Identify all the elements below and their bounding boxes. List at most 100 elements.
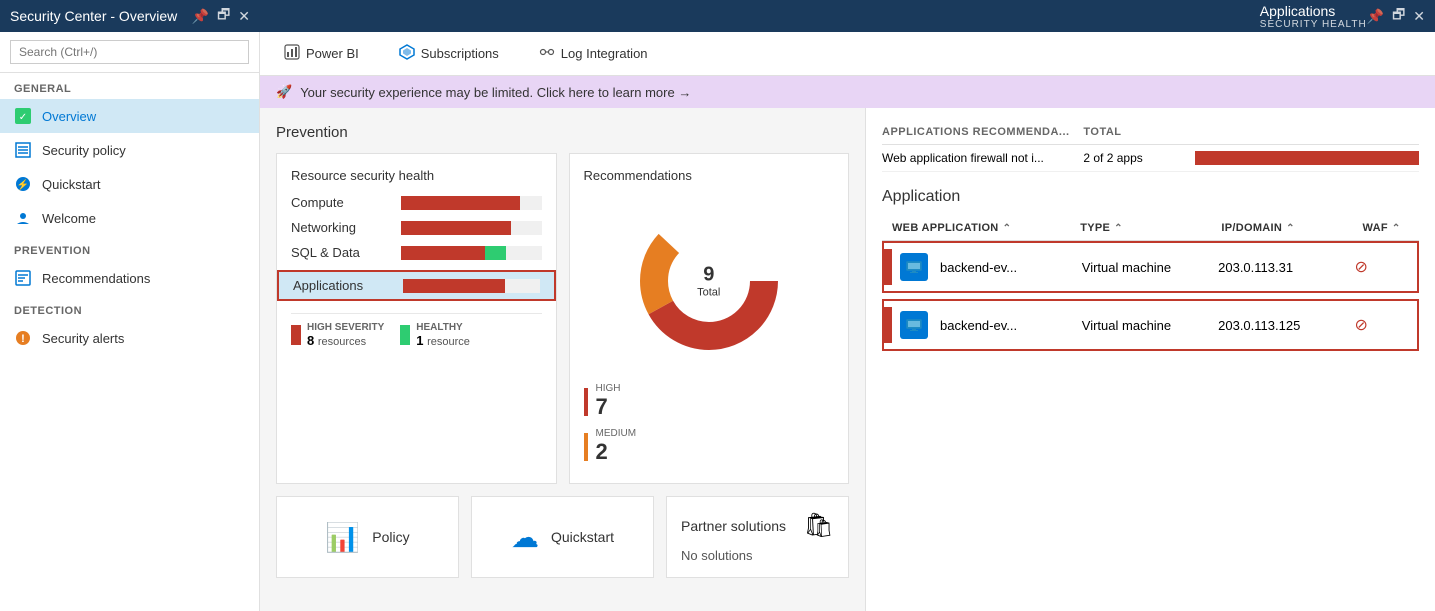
high-severity-label: HIGH SEVERITY — [307, 322, 384, 333]
applications-row[interactable]: Applications — [277, 270, 556, 301]
policy-card[interactable]: 📊 Policy — [276, 496, 459, 578]
app-row-1-type: Virtual machine — [1082, 260, 1218, 275]
power-bi-button[interactable]: Power BI — [276, 40, 367, 67]
security-policy-icon — [14, 141, 32, 159]
name-sort-icon[interactable]: ⌃ — [1003, 223, 1012, 234]
policy-icon: 📊 — [325, 521, 360, 554]
maximize-icon-right[interactable]: 🗗 — [1392, 4, 1405, 28]
type-sort-icon[interactable]: ⌃ — [1114, 223, 1123, 234]
svg-text:⚡: ⚡ — [17, 178, 29, 191]
medium-sev-count: 2 — [596, 439, 637, 465]
app-row-2[interactable]: backend-ev... Virtual machine 203.0.113.… — [882, 299, 1419, 351]
high-severity-color — [291, 325, 301, 345]
search-input[interactable] — [10, 40, 249, 64]
medium-sev-color — [584, 433, 588, 461]
compute-bar-container — [401, 196, 542, 210]
recommendations-card: Recommendations — [569, 153, 850, 484]
maximize-icon[interactable]: 🗗 — [217, 4, 230, 28]
app-row-content-2: backend-ev... Virtual machine 203.0.113.… — [892, 307, 1417, 343]
app-row-1-name: backend-ev... — [900, 253, 1082, 281]
sidebar-item-security-policy-label: Security policy — [42, 143, 126, 158]
close-icon-right[interactable]: ✕ — [1413, 8, 1425, 25]
security-alerts-icon: ! — [14, 329, 32, 347]
app-table-header: WEB APPLICATION ⌃ TYPE ⌃ IP/DOMAIN ⌃ — [882, 216, 1419, 241]
networking-bar — [401, 221, 511, 235]
sql-bar-red — [401, 246, 485, 260]
applications-bar-container — [403, 279, 540, 293]
log-integration-button[interactable]: Log Integration — [531, 40, 656, 67]
app-row-1-waf: ⊘ — [1354, 257, 1409, 277]
sql-row: SQL & Data — [291, 245, 542, 260]
prevention-grid: Resource security health Compute Netwo — [276, 153, 849, 484]
sidebar-search-container — [0, 32, 259, 73]
app-col-type-header: TYPE ⌃ — [1080, 222, 1221, 234]
sidebar-item-security-alerts[interactable]: ! Security alerts — [0, 321, 259, 355]
close-icon[interactable]: ✕ — [238, 8, 250, 25]
right-panel-content: APPLICATIONS RECOMMENDA... TOTAL Web app… — [866, 108, 1435, 611]
partner-solutions-subtext: No solutions — [681, 548, 753, 563]
pin-icon[interactable]: 📌 — [192, 8, 209, 25]
high-sev-level: HIGH — [596, 383, 621, 394]
sidebar-item-security-policy[interactable]: Security policy — [0, 133, 259, 167]
notification-text: Your security experience may be limited.… — [300, 85, 691, 100]
toolbar: Power BI Subscriptions — [260, 32, 1435, 76]
sql-bar-green — [485, 246, 506, 260]
svg-text:!: ! — [21, 333, 25, 345]
high-sev-count: 7 — [596, 394, 621, 420]
app-row-1-ip: 203.0.113.31 — [1218, 260, 1354, 275]
severity-list: HIGH 7 MEDIUM 2 — [584, 379, 835, 469]
right-titlebar-controls: 📌 🗗 ✕ — [1367, 4, 1425, 28]
right-titlebar-title: Applications — [1260, 3, 1367, 19]
resource-health-card: Resource security health Compute Netwo — [276, 153, 557, 484]
app-section-title: Application — [882, 188, 1419, 206]
sidebar-item-welcome-label: Welcome — [42, 211, 96, 226]
resource-health-title: Resource security health — [291, 168, 542, 183]
vm-icon-1 — [900, 253, 928, 281]
waf-sort-icon[interactable]: ⌃ — [1392, 223, 1401, 234]
applications-bar — [403, 279, 505, 293]
sidebar-item-quickstart-label: Quickstart — [42, 177, 101, 192]
recommendations-icon — [14, 269, 32, 287]
quickstart-card[interactable]: ☁ Quickstart — [471, 496, 654, 578]
medium-severity-item: MEDIUM 2 — [584, 424, 835, 469]
log-integration-icon — [539, 44, 555, 63]
app-row-2-name-text: backend-ev... — [940, 318, 1017, 333]
subscriptions-button[interactable]: Subscriptions — [391, 40, 507, 67]
app-col-ip-header: IP/DOMAIN ⌃ — [1221, 222, 1362, 234]
partner-solutions-card[interactable]: Partner solutions 🛍 No solutions — [666, 496, 849, 578]
healthy-badge: HEALTHY 1 resource — [400, 322, 470, 348]
sidebar-item-welcome[interactable]: Welcome — [0, 201, 259, 235]
rp-rec-cell: Web application firewall not i... — [882, 151, 1083, 165]
resource-footer: HIGH SEVERITY 8 resources — [291, 313, 542, 348]
app-row-red-bar-2 — [884, 307, 892, 343]
networking-label: Networking — [291, 220, 391, 235]
svg-text:✓: ✓ — [19, 112, 27, 123]
ip-sort-icon[interactable]: ⌃ — [1286, 223, 1295, 234]
app-row-1[interactable]: backend-ev... Virtual machine 203.0.113.… — [882, 241, 1419, 293]
bottom-cards: 📊 Policy ☁ Quickstart P — [276, 496, 849, 578]
healthy-label: HEALTHY — [416, 322, 470, 333]
subscriptions-icon — [399, 44, 415, 63]
donut-total-number: 9 — [703, 264, 714, 286]
sidebar-item-quickstart[interactable]: ⚡ Quickstart — [0, 167, 259, 201]
sidebar-item-recommendations[interactable]: Recommendations — [0, 261, 259, 295]
sidebar-item-overview[interactable]: ✓ Overview — [0, 99, 259, 133]
sidebar-section-general: GENERAL — [0, 73, 259, 99]
sidebar: GENERAL ✓ Overview — [0, 32, 260, 611]
right-titlebar: Applications SECURITY HEALTH 📌 🗗 ✕ — [1250, 0, 1435, 32]
recommendations-title: Recommendations — [584, 168, 692, 183]
networking-row: Networking — [291, 220, 542, 235]
power-bi-icon — [284, 44, 300, 63]
high-severity-item: HIGH 7 — [584, 379, 835, 424]
sidebar-section-prevention: PREVENTION — [0, 235, 259, 261]
sql-label: SQL & Data — [291, 245, 391, 260]
right-panel: APPLICATIONS RECOMMENDA... TOTAL Web app… — [865, 108, 1435, 611]
pin-icon-right[interactable]: 📌 — [1367, 8, 1384, 25]
rp-progress-bar — [1195, 151, 1419, 165]
rp-table-header: APPLICATIONS RECOMMENDA... TOTAL — [882, 120, 1419, 145]
app-row-2-type: Virtual machine — [1082, 318, 1218, 333]
app-col-waf-header: WAF ⌃ — [1363, 222, 1419, 234]
donut-label: 9 Total — [697, 264, 720, 299]
notification-bar[interactable]: 🚀 Your security experience may be limite… — [260, 76, 1435, 108]
waf-alert-icon-2: ⊘ — [1354, 315, 1367, 335]
